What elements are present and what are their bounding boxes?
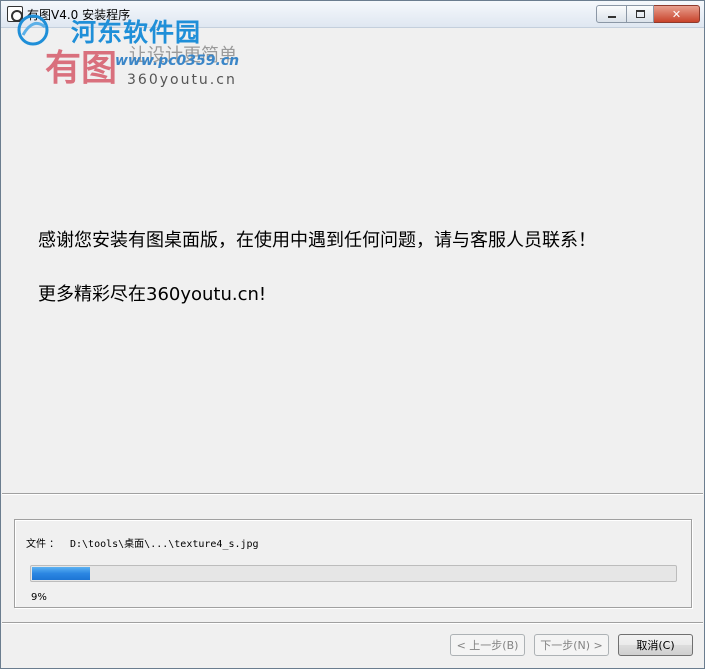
progress-group: 文件 ： D:\tools\桌面\...\texture4_s.jpg 9% [14,519,692,608]
more-info-message: 更多精彩尽在360youtu.cn! [38,284,267,305]
thank-you-message: 感谢您安装有图桌面版，在使用中遇到任何问题，请与客服人员联系！ [38,230,596,251]
maximize-icon [635,10,645,18]
watermark-domain: 360youtu.cn [127,72,237,88]
progress-percent: 9% [31,592,47,603]
app-icon[interactable] [7,6,23,22]
installer-window: 有图V4.0 安装程序 ✕ 河东软件园 有图 让设计更简单 www.pc0359… [0,0,705,669]
next-button[interactable]: 下一步(N) > [534,634,609,656]
back-button[interactable]: < 上一步(B) [450,634,525,656]
window-controls: ✕ [596,5,700,23]
minimize-button[interactable] [596,5,627,23]
file-label: 文件 ： [26,539,60,550]
divider [2,493,703,495]
title-bar[interactable]: 有图V4.0 安装程序 ✕ [1,1,704,28]
close-icon: ✕ [671,7,682,21]
watermark-logo-text: 有图 [45,47,118,89]
window-title: 有图V4.0 安装程序 [27,8,131,22]
progress-bar-fill [32,567,90,580]
button-divider [2,622,703,624]
watermark-url: www.pc0359.cn [115,53,240,69]
current-file-path: D:\tools\桌面\...\texture4_s.jpg [70,539,259,550]
maximize-button[interactable] [627,5,654,23]
close-button[interactable]: ✕ [654,5,700,23]
watermark-slogan: 让设计更简单 [129,45,237,66]
cancel-button[interactable]: 取消(C) [618,634,693,656]
install-progress-bar [30,565,677,582]
minimize-icon [607,16,616,18]
